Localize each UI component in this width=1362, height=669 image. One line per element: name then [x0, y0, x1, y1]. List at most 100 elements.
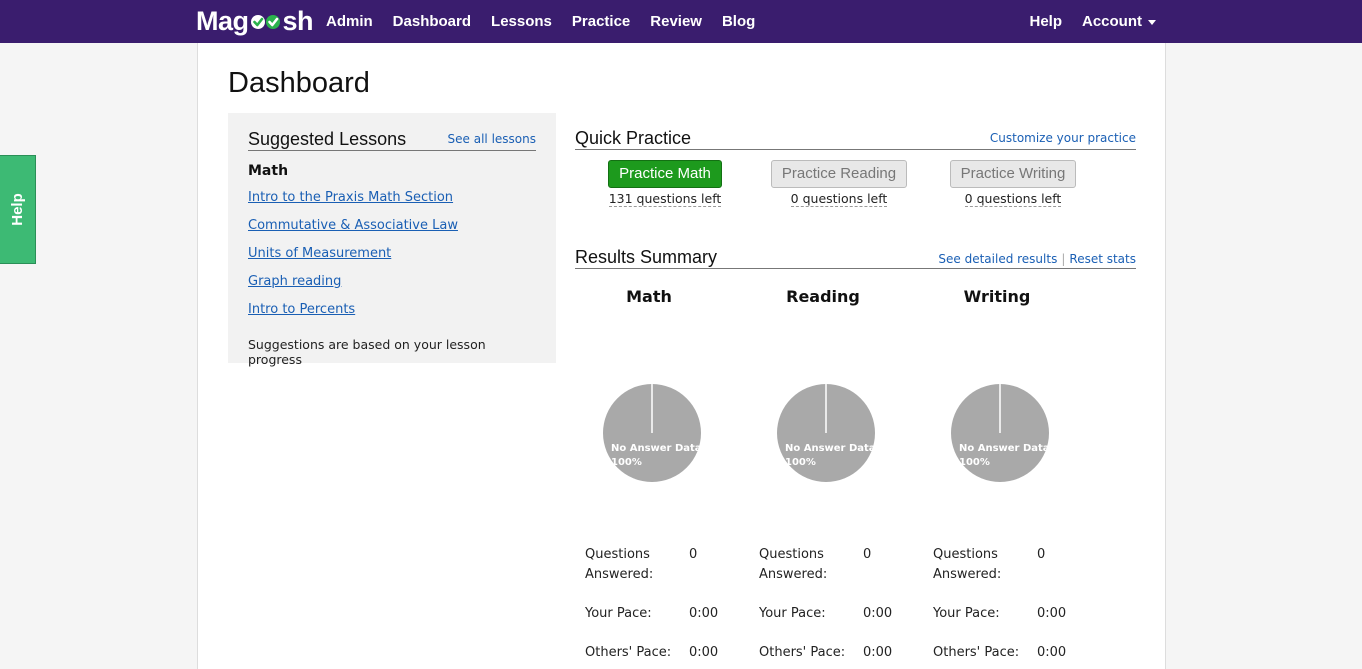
stat-value: 0:00: [1037, 606, 1067, 621]
stat-label: Others' Pace:: [933, 645, 1020, 660]
help-side-tab[interactable]: Help: [0, 155, 36, 264]
results-column-reading: Reading No Answer Data 100% Questions An…: [749, 287, 923, 669]
pie-percent: 100%: [611, 457, 642, 468]
list-item: Intro to Percents: [248, 298, 536, 319]
stat-value: 0:00: [863, 606, 893, 621]
stat-label: Your Pace:: [933, 606, 1000, 621]
list-item: Intro to the Praxis Math Section: [248, 186, 536, 207]
nav-account-label: Account: [1082, 13, 1142, 30]
results-subject-title: Reading: [786, 287, 860, 306]
stat-label: Your Pace:: [759, 606, 826, 621]
top-navbar: Mag sh Admin Dashboard Lessons Practice …: [0, 0, 1362, 43]
stat-label: Others' Pace:: [585, 645, 672, 660]
math-pie-chart: No Answer Data 100%: [603, 384, 702, 482]
caret-down-icon: [1148, 19, 1156, 25]
stat-label: Others' Pace:: [759, 645, 846, 660]
list-item: Units of Measurement: [248, 242, 536, 263]
stat-row: Questions Answered: 0: [759, 545, 923, 585]
lesson-link[interactable]: Units of Measurement: [248, 246, 391, 261]
results-summary-header: Results Summary See detailed results | Res…: [575, 247, 1136, 269]
nav-lessons[interactable]: Lessons: [491, 13, 552, 30]
reading-pie-chart: No Answer Data 100%: [777, 384, 876, 482]
nav-admin[interactable]: Admin: [326, 13, 373, 30]
stat-value: 0:00: [863, 645, 893, 660]
reading-questions-left: 0 questions left: [790, 191, 888, 207]
stat-label: Questions Answered:: [759, 547, 828, 582]
stat-value: 0:00: [689, 606, 719, 621]
page-title: Dashboard: [228, 67, 370, 99]
stat-row: Others' Pace: 0:00: [585, 643, 749, 663]
quick-practice-header: Quick Practice Customize your practice: [575, 128, 1136, 150]
stat-value: 0:00: [1037, 645, 1067, 660]
results-stats: Questions Answered: 0 Your Pace: 0:00 Othe…: [585, 545, 749, 663]
pie-label: No Answer Data: [959, 443, 1050, 454]
nav-account-dropdown[interactable]: Account: [1082, 13, 1156, 30]
lesson-link[interactable]: Commutative & Associative Law: [248, 218, 458, 233]
lesson-link[interactable]: Intro to the Praxis Math Section: [248, 190, 453, 205]
stat-value: 0:00: [689, 645, 719, 660]
practice-math-button[interactable]: Practice Math: [608, 160, 722, 188]
lesson-link[interactable]: Graph reading: [248, 274, 341, 289]
customize-practice-link[interactable]: Customize your practice: [990, 130, 1136, 148]
results-summary-title: Results Summary: [575, 247, 718, 267]
nav-practice[interactable]: Practice: [572, 13, 630, 30]
lesson-list: Intro to the Praxis Math Section Commuta…: [248, 186, 536, 319]
stat-row: Questions Answered: 0: [933, 545, 1097, 585]
practice-math-group: Practice Math 131 questions left: [578, 160, 752, 210]
list-item: Commutative & Associative Law: [248, 214, 536, 235]
stat-label: Your Pace:: [585, 606, 652, 621]
lesson-subject-heading: Math: [248, 163, 289, 179]
logo-text-end: sh: [282, 5, 314, 36]
see-detailed-results-link[interactable]: See detailed results: [938, 252, 1057, 268]
results-links: See detailed results | Reset stats: [938, 248, 1136, 267]
pie-percent: 100%: [959, 457, 990, 468]
stat-row: Others' Pace: 0:00: [759, 643, 923, 663]
lesson-link[interactable]: Intro to Percents: [248, 302, 355, 317]
pie-label: No Answer Data: [785, 443, 876, 454]
writing-questions-left: 0 questions left: [964, 191, 1062, 207]
nav-blog[interactable]: Blog: [722, 13, 755, 30]
suggested-lessons-panel: Suggested Lessons See all lessons Math I…: [228, 113, 556, 367]
pie-percent: 100%: [785, 457, 816, 468]
stat-row: Others' Pace: 0:00: [933, 643, 1097, 663]
right-column: Quick Practice Customize your practice P…: [575, 128, 1136, 669]
stat-row: Your Pace: 0:00: [933, 604, 1097, 624]
reset-stats-link[interactable]: Reset stats: [1069, 252, 1136, 268]
stat-label: Questions Answered:: [933, 547, 1002, 582]
stat-value: 0: [863, 547, 872, 562]
results-column-math: Math No Answer Data 100% Questions Answe…: [575, 287, 749, 669]
stat-row: Your Pace: 0:00: [585, 604, 749, 624]
math-questions-left: 131 questions left: [608, 191, 722, 207]
results-stats: Questions Answered: 0 Your Pace: 0:00 Othe…: [933, 545, 1097, 663]
results-columns: Math No Answer Data 100% Questions Answe…: [575, 287, 1136, 669]
nav-dashboard[interactable]: Dashboard: [393, 13, 471, 30]
see-all-lessons-link[interactable]: See all lessons: [448, 131, 536, 149]
pie-label: No Answer Data: [611, 443, 702, 454]
stat-label: Questions Answered:: [585, 547, 654, 582]
account-nav: Help Account: [1029, 0, 1156, 43]
suggested-lessons-header: Suggested Lessons See all lessons: [248, 129, 536, 151]
magoosh-logo[interactable]: Mag sh: [196, 5, 314, 37]
writing-pie-chart: No Answer Data 100%: [951, 384, 1050, 482]
quick-practice-title: Quick Practice: [575, 128, 692, 148]
stat-value: 0: [1037, 547, 1046, 562]
results-subject-title: Writing: [963, 287, 1031, 306]
list-item: Graph reading: [248, 270, 536, 291]
help-tab-label: Help: [8, 193, 26, 226]
results-subject-title: Math: [626, 287, 672, 306]
suggestions-note: Suggestions are based on your lesson pro…: [248, 337, 486, 367]
stat-row: Your Pace: 0:00: [759, 604, 923, 624]
practice-writing-button[interactable]: Practice Writing: [949, 160, 1077, 188]
nav-review[interactable]: Review: [650, 13, 702, 30]
double-checkmark-icon: [250, 9, 282, 33]
stat-row: Questions Answered: 0: [585, 545, 749, 585]
link-separator: |: [1061, 252, 1066, 266]
nav-help[interactable]: Help: [1029, 13, 1062, 30]
practice-reading-group: Practice Reading 0 questions left: [752, 160, 926, 210]
practice-reading-button[interactable]: Practice Reading: [770, 160, 908, 188]
main-content: Dashboard Suggested Lessons See all less…: [197, 43, 1166, 669]
main-nav: Admin Dashboard Lessons Practice Review …: [326, 0, 775, 43]
practice-writing-group: Practice Writing 0 questions left: [926, 160, 1100, 210]
practice-buttons-row: Practice Math 131 questions left Practic…: [575, 160, 1136, 210]
suggested-lessons-title: Suggested Lessons: [248, 129, 407, 149]
